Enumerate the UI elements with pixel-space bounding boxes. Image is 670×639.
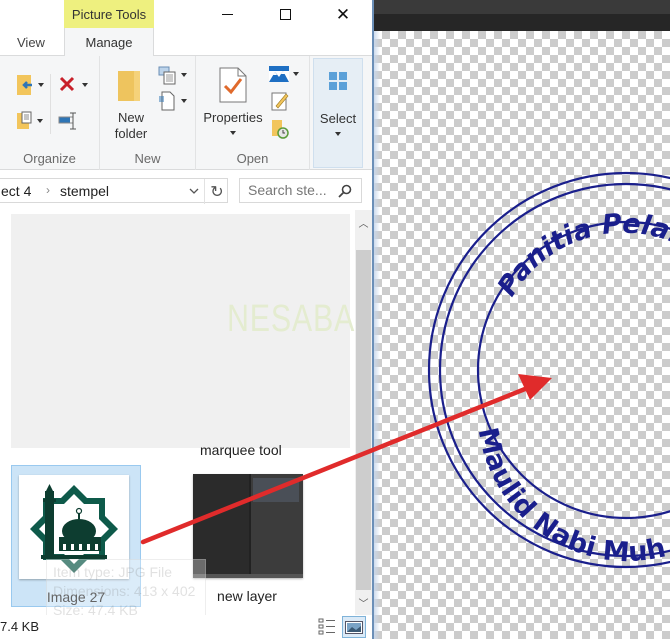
ps-status-preview [193,574,303,578]
photoshop-canvas-area: Panitia Pelak Maulid Nabi Muh [374,0,670,639]
tab-view[interactable]: View [17,28,45,56]
ribbon-group-organize: Organize [0,56,100,170]
ribbon-group-open: Properties Open [196,56,310,170]
stamp-top-text: Panitia Pelak [492,208,670,301]
close-button[interactable]: ✕ [320,0,366,28]
move-to-icon[interactable] [16,74,34,96]
easy-access-dropdown-caret[interactable] [181,99,187,103]
file-name-marquee-tool[interactable]: marquee tool [200,442,282,458]
properties-label: Properties [203,110,263,125]
new-item-icon[interactable] [158,66,178,86]
select-label: Select [319,111,357,126]
ribbon-tabs: View Manage ? [0,28,372,80]
select-grid-icon [329,72,347,90]
delete-dropdown-caret[interactable] [82,83,88,87]
copy-to-dropdown-caret[interactable] [37,119,43,123]
search-icon[interactable] [338,184,352,198]
breadcrumb-stempel[interactable]: stempel [60,183,109,199]
delete-icon[interactable] [59,76,75,92]
stamp-graphic[interactable]: Panitia Pelak Maulid Nabi Muh [374,0,670,639]
select-dropdown-caret [335,132,341,136]
address-history-chevron-icon[interactable] [189,186,199,196]
new-layer-thumbnail [193,474,303,578]
file-list: NESABAMEDIA marquee tool [0,210,355,615]
properties-button[interactable]: Properties [200,64,266,144]
stamp-bottom-text: Maulid Nabi Muh [472,425,669,569]
address-row: ect 4 › stempel ↻ [0,170,372,210]
move-to-dropdown-caret[interactable] [38,83,44,87]
open-with-dropdown-caret[interactable] [293,72,299,76]
file-info-tooltip: Item type: JPG File Dimensions: 413 x 40… [46,559,206,618]
copy-to-icon[interactable] [16,111,36,131]
tooltip-item-type: Item type: JPG File [53,564,173,580]
scrollbar-thumb[interactable] [356,250,371,590]
select-button[interactable]: Select [313,58,363,168]
group-label-open: Open [236,151,269,166]
new-folder-button[interactable]: New folder [110,64,152,144]
new-item-dropdown-caret[interactable] [181,73,187,77]
search-box[interactable] [239,178,362,203]
new-folder-label-line1: New [117,110,144,125]
properties-icon [219,67,247,103]
refresh-button[interactable]: ↻ [204,179,229,204]
file-explorer-window: Picture Tools ✕ View Manage ? Organize [0,0,374,639]
rename-icon[interactable] [58,111,78,131]
vertical-scrollbar[interactable]: ︿ ﹀ [355,210,372,615]
address-bar[interactable]: ect 4 › stempel ↻ [0,178,229,204]
scroll-up-icon[interactable]: ︿ [355,214,372,231]
history-icon[interactable] [271,119,289,139]
close-icon: ✕ [335,4,351,24]
tab-manage[interactable]: Manage [64,28,154,57]
watermark: NESABAMEDIA [227,298,355,340]
status-bar: 7.4 KB [0,615,372,639]
title-bar: Picture Tools ✕ [0,0,372,28]
edit-icon[interactable] [271,91,289,111]
ribbon: Organize New folder New Properties Open … [0,56,372,170]
scroll-down-icon[interactable]: ﹀ [355,594,372,611]
maximize-icon [279,8,291,20]
easy-access-icon[interactable] [158,91,176,111]
search-input[interactable] [248,182,338,198]
minimize-icon [221,13,233,15]
breadcrumb-project[interactable]: ect 4 [1,183,31,199]
large-icons-view-button[interactable] [342,616,366,638]
maximize-button[interactable] [262,0,308,28]
organize-divider [50,74,51,134]
open-with-icon[interactable] [269,66,289,82]
new-folder-label-line2: folder [114,126,148,141]
ribbon-group-new: New folder New [100,56,196,170]
new-folder-icon [118,71,140,101]
properties-dropdown-caret [230,131,236,135]
large-icons-view-icon [345,620,363,634]
group-label-new: New [134,151,161,166]
picture-tools-context-header: Picture Tools [64,0,154,28]
ps-layers-preview [253,478,299,502]
tooltip-dimensions: Dimensions: 413 x 402 [53,583,196,599]
refresh-icon: ↻ [210,183,224,201]
blank-preview-overlay: NESABAMEDIA [11,214,354,448]
status-selected-size: 7.4 KB [0,619,40,634]
breadcrumb-separator[interactable]: › [46,183,50,197]
group-label-organize: Organize [23,151,76,166]
details-view-icon[interactable] [318,618,336,635]
minimize-button[interactable] [204,0,250,28]
